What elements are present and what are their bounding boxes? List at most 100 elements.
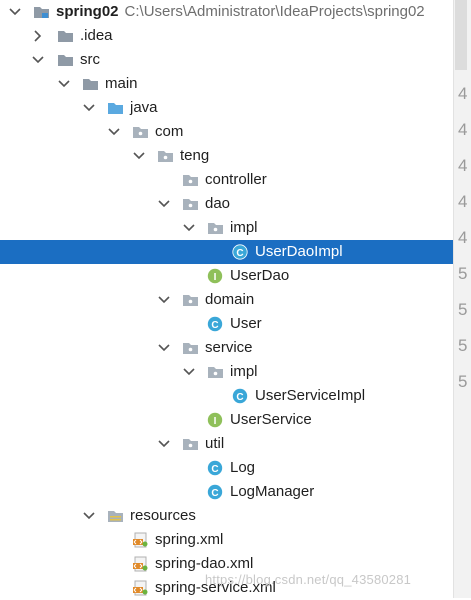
tree-label: util [205,435,225,452]
tree-label: LogManager [230,483,315,500]
line-number: 5 [458,264,468,283]
package-icon [182,436,199,452]
folder-icon [82,76,99,92]
source-folder-icon [107,100,124,116]
module-folder-icon [33,4,50,20]
line-number: 4 [458,120,468,139]
tree-label: UserServiceImpl [255,387,366,404]
svg-text:C: C [211,488,218,499]
package-icon [182,196,199,212]
tree-row-resources[interactable]: resources [0,504,453,528]
package-icon [182,292,199,308]
tree-row-controller[interactable]: controller [0,168,453,192]
tree-row-userservice[interactable]: I UserService [0,408,453,432]
chevron-down-icon[interactable] [107,125,121,139]
tree-label: UserService [230,411,312,428]
tree-row-userdao[interactable]: I UserDao [0,264,453,288]
chevron-down-icon[interactable] [157,293,171,307]
chevron-down-icon[interactable] [157,197,171,211]
line-number: 4 [458,156,468,175]
line-number: 5 [458,300,468,319]
chevron-down-icon[interactable] [132,149,146,163]
class-icon: C [207,484,224,500]
xml-file-icon [132,532,149,548]
project-name: spring02 [56,3,119,20]
svg-text:C: C [211,464,218,475]
package-icon [182,340,199,356]
line-number: 5 [458,372,468,391]
tree-row-util[interactable]: util [0,432,453,456]
project-path: C:\Users\Administrator\IdeaProjects\spri… [124,3,425,20]
folder-icon [57,52,74,68]
tree-label: Log [230,459,256,476]
tree-row-spring-xml[interactable]: spring.xml [0,528,453,552]
tree-label: impl [230,363,258,380]
tree-row-userserviceimpl[interactable]: C UserServiceImpl [0,384,453,408]
tree-label: spring-dao.xml [155,555,254,572]
package-icon [207,364,224,380]
tree-row-service-impl[interactable]: impl [0,360,453,384]
chevron-down-icon[interactable] [182,221,196,235]
line-number: 5 [458,336,468,355]
line-number: 4 [458,192,468,211]
tree-row-com[interactable]: com [0,120,453,144]
tree-label: UserDao [230,267,290,284]
chevron-down-icon[interactable] [182,365,196,379]
tree-row-teng[interactable]: teng [0,144,453,168]
tree-row-dao[interactable]: dao [0,192,453,216]
chevron-down-icon[interactable] [82,509,96,523]
tree-label: impl [230,219,258,236]
xml-file-icon [132,556,149,572]
interface-icon: I [207,412,224,428]
tree-label: teng [180,147,210,164]
chevron-down-icon[interactable] [57,77,71,91]
tree-label: com [155,123,184,140]
project-tree: spring02 C:\Users\Administrator\IdeaProje… [0,0,453,598]
chevron-down-icon[interactable] [8,5,22,19]
interface-icon: I [207,268,224,284]
chevron-down-icon[interactable] [31,53,45,67]
tree-row-service[interactable]: service [0,336,453,360]
tree-row-domain[interactable]: domain [0,288,453,312]
tree-row-java[interactable]: java [0,96,453,120]
chevron-down-icon[interactable] [82,101,96,115]
tree-label: resources [130,507,196,524]
chevron-right-icon[interactable] [31,29,45,43]
tree-row-src[interactable]: src [0,48,453,72]
tree-label: service [205,339,253,356]
tree-row-logmanager[interactable]: C LogManager [0,480,453,504]
scrollbar-thumb[interactable] [455,0,467,70]
tree-row-dao-impl[interactable]: impl [0,216,453,240]
tree-row-main[interactable]: main [0,72,453,96]
tree-row-user[interactable]: C User [0,312,453,336]
folder-icon [57,28,74,44]
tree-label: User [230,315,262,332]
class-icon: C [207,316,224,332]
tree-label: .idea [80,27,113,44]
svg-text:I: I [214,416,217,427]
chevron-down-icon[interactable] [157,341,171,355]
tree-row-userdaoimpl[interactable]: C UserDaoImpl [0,240,453,264]
class-icon: C [232,388,249,404]
tree-label: spring.xml [155,531,224,548]
tree-row-idea[interactable]: .idea [0,24,453,48]
tree-label: src [80,51,100,68]
svg-text:C: C [236,392,243,403]
package-icon [207,220,224,236]
chevron-down-icon[interactable] [157,437,171,451]
line-number: 4 [458,228,468,247]
watermark-text: https://blog.csdn.net/qq_43580281 [205,572,412,587]
svg-text:I: I [214,272,217,283]
tree-label: java [130,99,158,116]
editor-gutter: 4 4 4 4 4 4 5 5 5 5 [453,0,471,598]
tree-row-project[interactable]: spring02 C:\Users\Administrator\IdeaProje… [0,0,453,24]
package-icon [132,124,149,140]
tree-label: dao [205,195,231,212]
tree-row-log[interactable]: C Log [0,456,453,480]
tree-label: main [105,75,138,92]
tree-label: domain [205,291,255,308]
class-icon: C [232,244,249,260]
tree-label: UserDaoImpl [255,243,343,260]
class-icon: C [207,460,224,476]
svg-text:C: C [211,320,218,331]
